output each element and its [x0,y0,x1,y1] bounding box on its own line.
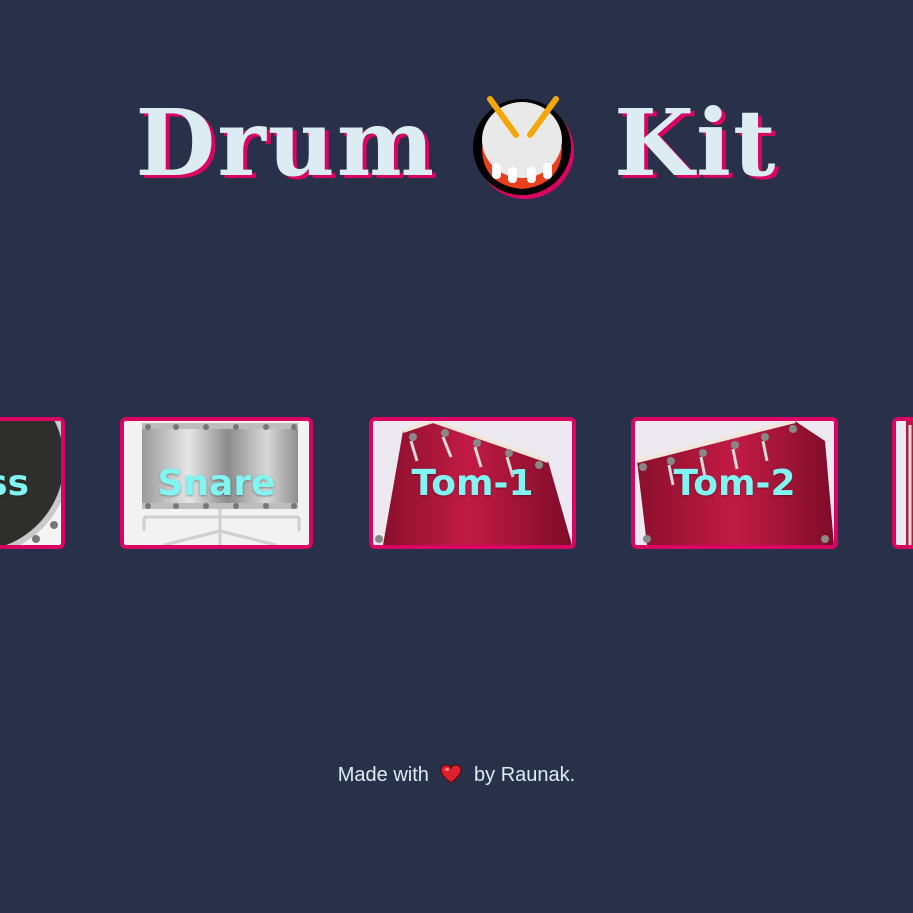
drum-pad-tom-3[interactable] [892,417,913,549]
footer-prefix: Made with [337,764,429,786]
drum-kit-page: Drum Kit s Snare Tom-1 Tom-2 Made with b… [0,0,913,913]
page-title: Drum Kit [0,78,913,208]
title-word-kit: Kit [614,89,778,197]
drum-label-tom-1: Tom-1 [411,462,534,504]
drum-pad-bass[interactable]: ss [0,417,65,549]
drum-pad-tom-2[interactable]: Tom-2 [631,417,838,549]
drum-label-snare: Snare [157,462,276,504]
drum-pad-row: ss [0,417,913,549]
footer-suffix: by Raunak. [474,764,576,786]
drum-emoji-icon [473,96,575,199]
drum-pad-tom-1[interactable]: Tom-1 [369,417,576,549]
drum-label-tom-2: Tom-2 [673,462,796,504]
drum-label-tom-3 [896,421,913,545]
title-word-drum: Drum [135,89,437,197]
footer-credit: Made with by Raunak. [0,764,913,787]
drum-pad-snare[interactable]: Snare [120,417,313,549]
drum-label-bass: ss [0,462,29,504]
heart-icon [440,764,463,784]
